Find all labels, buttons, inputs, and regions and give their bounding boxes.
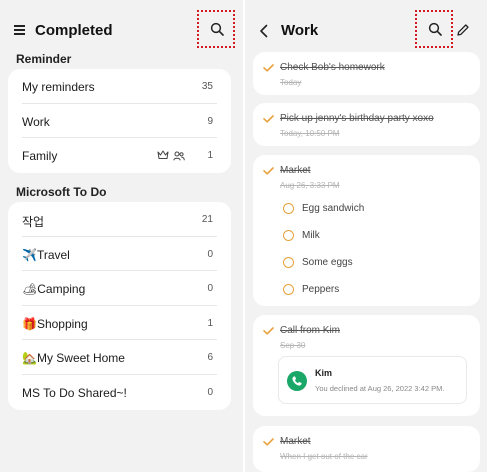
list-item-camping[interactable]: 🏕Camping 0	[8, 271, 231, 306]
list-item-travel[interactable]: ✈️Travel 0	[8, 237, 231, 272]
task-card[interactable]: Pick up jenny's birthday party xoxo Toda…	[253, 103, 480, 146]
task-card[interactable]: Check Bob's homework Today	[253, 52, 480, 95]
list-item-count: 0	[207, 283, 213, 295]
list-item-count: 6	[207, 352, 213, 364]
list-item-label: MS To Do Shared~!	[22, 385, 127, 400]
list-item-count: 1	[207, 317, 213, 329]
subtask-label: Milk	[302, 230, 320, 241]
page-title: Work	[281, 22, 319, 39]
check-icon[interactable]	[263, 438, 274, 446]
task-title: Market	[280, 436, 311, 447]
task-title: Call from Kim	[280, 325, 341, 336]
work-header: Work	[245, 0, 487, 56]
list-item-count: 1	[207, 150, 213, 162]
task-date: When I get out of the car	[280, 452, 368, 461]
section-label-reminder: Reminder	[16, 52, 72, 66]
task-date: Sep 30	[280, 341, 306, 350]
list-item-count: 35	[201, 81, 213, 92]
shared-people-icon	[173, 151, 185, 161]
task-title: Check Bob's homework	[280, 62, 385, 73]
list-item-label: 작업	[22, 215, 45, 229]
list-item-shopping[interactable]: 🎁Shopping 1	[8, 306, 231, 341]
caller-name: Kim	[315, 368, 333, 378]
list-item-count: 0	[207, 248, 213, 260]
edit-icon[interactable]	[456, 23, 470, 37]
task-title: Market	[280, 165, 311, 176]
list-item-label: 🏕Camping	[22, 282, 86, 297]
call-log-card[interactable]: Kim You declined at Aug 26, 2022 3:42 PM…	[278, 356, 467, 404]
work-pane: Work Check Bob's homework Today Pick up …	[245, 0, 487, 472]
check-icon[interactable]	[263, 167, 274, 175]
search-icon[interactable]	[210, 22, 224, 36]
list-item-work[interactable]: Work 9	[8, 104, 231, 139]
phone-icon	[287, 371, 307, 391]
list-item-count: 9	[207, 115, 213, 127]
menu-icon[interactable]	[14, 25, 25, 35]
list-item-count: 21	[201, 214, 213, 225]
check-icon[interactable]	[263, 64, 274, 72]
list-item-label: 🎁Shopping	[22, 316, 88, 331]
list-item-label: My reminders	[22, 80, 95, 94]
subtask-checkbox[interactable]	[283, 257, 294, 268]
subtask-checkbox[interactable]	[283, 230, 294, 241]
search-button-highlight[interactable]	[197, 10, 235, 48]
list-item-label: ✈️Travel	[22, 247, 70, 262]
microsoft-to-do-list-card: 작업 21 ✈️Travel 0 🏕Camping 0 🎁Shopping 1 …	[8, 202, 231, 410]
back-icon[interactable]	[259, 24, 269, 38]
subtask-label: Peppers	[302, 284, 340, 295]
subtask-label: Egg sandwich	[302, 203, 365, 214]
search-button-highlight[interactable]	[415, 10, 453, 48]
list-item-label: Work	[22, 114, 50, 129]
check-icon[interactable]	[263, 115, 274, 123]
task-date: Today	[280, 78, 302, 87]
task-title: Pick up jenny's birthday party xoxo	[280, 113, 434, 124]
list-item-my-reminders[interactable]: My reminders 35	[8, 69, 231, 104]
list-item-ms-to-do-shared[interactable]: MS To Do Shared~! 0	[8, 375, 231, 410]
check-icon[interactable]	[263, 327, 274, 335]
list-item-my-sweet-home[interactable]: 🏡My Sweet Home 6	[8, 340, 231, 375]
section-label-microsoft-to-do: Microsoft To Do	[16, 185, 107, 199]
list-item-label: Family	[22, 149, 58, 164]
list-item-label: 🏡My Sweet Home	[22, 351, 125, 366]
subtask-checkbox[interactable]	[283, 284, 294, 295]
subtask-label: Some eggs	[302, 257, 353, 268]
reminder-list-card: My reminders 35 Work 9 Family 1	[8, 69, 231, 173]
subtask-checkbox[interactable]	[283, 203, 294, 214]
page-title: Completed	[35, 22, 113, 39]
task-date: Today, 10:50 PM	[280, 129, 340, 138]
task-card[interactable]: Market Aug 26, 3:33 PM Egg sandwich Milk…	[253, 155, 480, 306]
task-card[interactable]: Market When I get out of the car	[253, 426, 480, 472]
call-status: You declined at Aug 26, 2022 3:42 PM.	[315, 384, 445, 393]
list-item-count: 0	[207, 386, 213, 398]
task-date: Aug 26, 3:33 PM	[280, 181, 340, 190]
list-item-jakeop[interactable]: 작업 21	[8, 202, 231, 237]
completed-pane: Completed Reminder My reminders 35 Work …	[0, 0, 243, 472]
list-item-family[interactable]: Family 1	[8, 138, 231, 173]
crown-icon	[157, 150, 169, 160]
completed-header: Completed	[0, 0, 243, 56]
search-icon[interactable]	[428, 22, 442, 36]
